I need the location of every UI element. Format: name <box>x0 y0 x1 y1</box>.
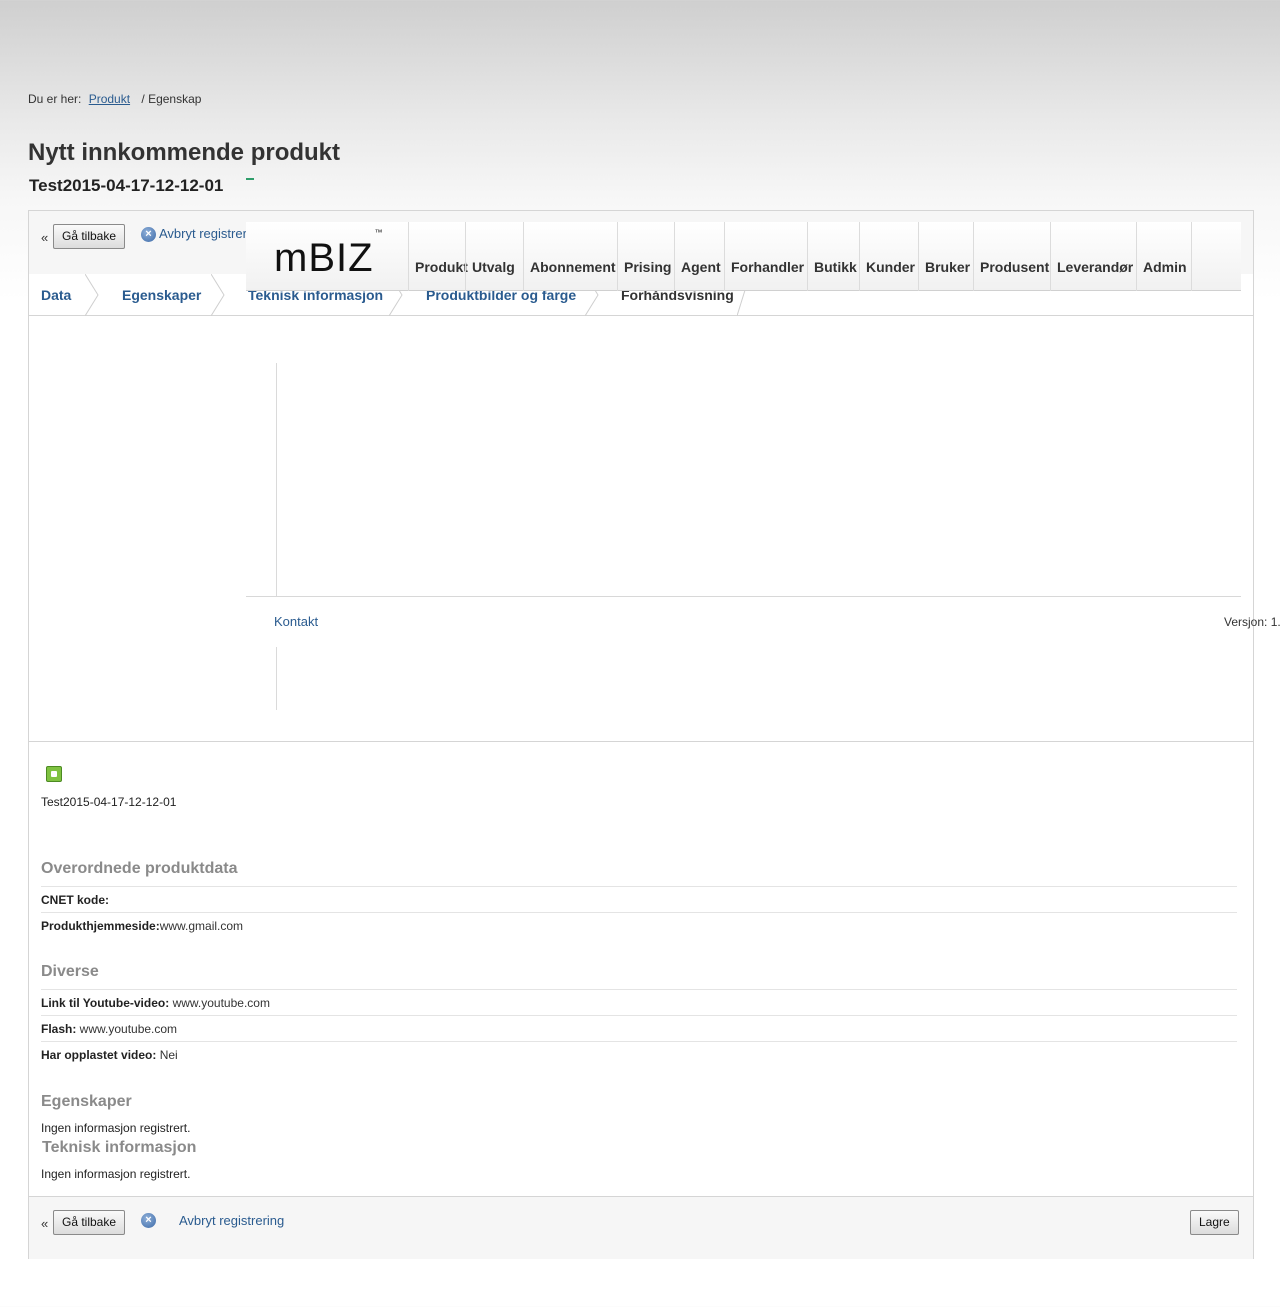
field-value: www.youtube.com <box>76 1022 178 1036</box>
main-panel: « Gå tilbake × Avbryt registrer Data Ege… <box>28 210 1254 1259</box>
version-text: Versjon: 1. <box>1224 615 1280 629</box>
section-heading-overordnede: Overordnede produktdata <box>41 860 238 877</box>
data-row-youtube: Link til Youtube-video: www.youtube.com <box>41 989 1237 1015</box>
cancel-registration-link[interactable]: Avbryt registrer <box>159 226 247 241</box>
product-type-icon <box>46 766 62 782</box>
nav-label: Leverandør <box>1057 259 1134 275</box>
back-button-bottom[interactable]: Gå tilbake <box>53 1210 126 1235</box>
nav-label: Forhandler <box>731 259 805 275</box>
mbiz-logo: mBIZ™ <box>274 228 384 281</box>
data-row-cnet: CNET kode: <box>41 886 1237 912</box>
subtitle-marker <box>246 178 254 180</box>
nav-item-produsent[interactable]: Produsent <box>973 222 1050 291</box>
field-label: Flash: <box>41 1022 77 1036</box>
nav-item-leverandor[interactable]: Leverandør <box>1050 222 1136 291</box>
nav-label: Prising <box>624 259 672 275</box>
tab-separator <box>85 274 99 316</box>
nav-item-abonnement[interactable]: Abonnement <box>523 222 617 291</box>
logo-trademark: ™ <box>374 227 384 237</box>
back-arrow-icon: « <box>41 230 49 245</box>
back-arrow-icon: « <box>41 1216 49 1231</box>
tab-egenskaper[interactable]: Egenskaper <box>122 287 201 303</box>
tab-separator <box>211 274 225 316</box>
nav-label: Admin <box>1143 259 1187 275</box>
nav-item-butikk[interactable]: Butikk <box>807 222 859 291</box>
nav-item-bruker[interactable]: Bruker <box>918 222 973 291</box>
field-label: CNET kode: <box>41 893 110 907</box>
nav-item-produkt[interactable]: Produkt <box>408 222 468 291</box>
breadcrumb-current: / Egenskap <box>141 92 202 106</box>
bottom-toolbar: « Gå tilbake × Avbryt registrering Lagre <box>29 1196 1253 1259</box>
nav-label: Utvalg <box>472 259 515 275</box>
nav-item-admin[interactable]: Admin <box>1136 222 1191 291</box>
tab-data[interactable]: Data <box>41 287 71 303</box>
preview-divider-vertical <box>276 647 277 710</box>
preview-site-header: mBIZ™ Produkt Utvalg Abonnement Prising … <box>246 222 1241 291</box>
breadcrumb: Du er her: Produkt / Egenskap <box>28 92 201 106</box>
preview-divider-horizontal <box>246 596 1241 597</box>
field-value: Nei <box>156 1048 178 1062</box>
data-row-homepage: Produkthjemmeside:www.gmail.com <box>41 912 1237 938</box>
nav-item-empty <box>1191 222 1241 291</box>
nav-label: Butikk <box>814 259 857 275</box>
contact-link[interactable]: Kontakt <box>274 614 318 629</box>
field-value: www.youtube.com <box>169 996 270 1010</box>
nav-label: Produkt <box>415 259 468 275</box>
section-heading-diverse: Diverse <box>41 963 99 980</box>
nav-item-prising[interactable]: Prising <box>617 222 674 291</box>
logo-text: mBIZ <box>274 236 374 280</box>
section-heading-egenskaper: Egenskaper <box>41 1093 132 1110</box>
cancel-registration-link-bottom[interactable]: Avbryt registrering <box>179 1213 284 1228</box>
nav-item-utvalg[interactable]: Utvalg <box>465 222 523 291</box>
field-label: Produkthjemmeside: <box>41 919 160 933</box>
nav-item-forhandler[interactable]: Forhandler <box>724 222 807 291</box>
nav-item-kunder[interactable]: Kunder <box>859 222 918 291</box>
data-row-flash: Flash: www.youtube.com <box>41 1015 1237 1041</box>
field-label: Har opplastet video: <box>41 1048 157 1062</box>
preview-divider-vertical <box>276 363 277 596</box>
cancel-icon[interactable]: × <box>141 227 156 242</box>
field-label: Link til Youtube-video: <box>41 996 170 1010</box>
cancel-icon[interactable]: × <box>141 1213 156 1228</box>
nav-item-agent[interactable]: Agent <box>674 222 724 291</box>
product-subtitle: Test2015-04-17-12-12-01 <box>29 176 224 195</box>
nav-label: Produsent <box>980 259 1050 275</box>
page-title: Nytt innkommende produkt <box>28 139 341 166</box>
nav-label: Bruker <box>925 259 971 275</box>
section-heading-teknisk: Teknisk informasjon <box>42 1139 197 1156</box>
content-divider <box>29 741 1253 742</box>
empty-message-egenskaper: Ingen informasjon registrert. <box>41 1121 191 1135</box>
back-button[interactable]: Gå tilbake <box>53 224 126 249</box>
nav-label: Abonnement <box>530 259 616 275</box>
empty-message-teknisk: Ingen informasjon registrert. <box>41 1167 191 1181</box>
nav-label: Kunder <box>866 259 915 275</box>
breadcrumb-link-produkt[interactable]: Produkt <box>89 92 130 106</box>
breadcrumb-prefix: Du er her: <box>28 92 82 106</box>
save-button[interactable]: Lagre <box>1190 1210 1239 1235</box>
field-value: www.gmail.com <box>159 919 244 933</box>
nav-label: Agent <box>681 259 721 275</box>
preview-product-name: Test2015-04-17-12-12-01 <box>41 795 177 809</box>
data-row-uploaded-video: Har opplastet video: Nei <box>41 1041 1237 1067</box>
